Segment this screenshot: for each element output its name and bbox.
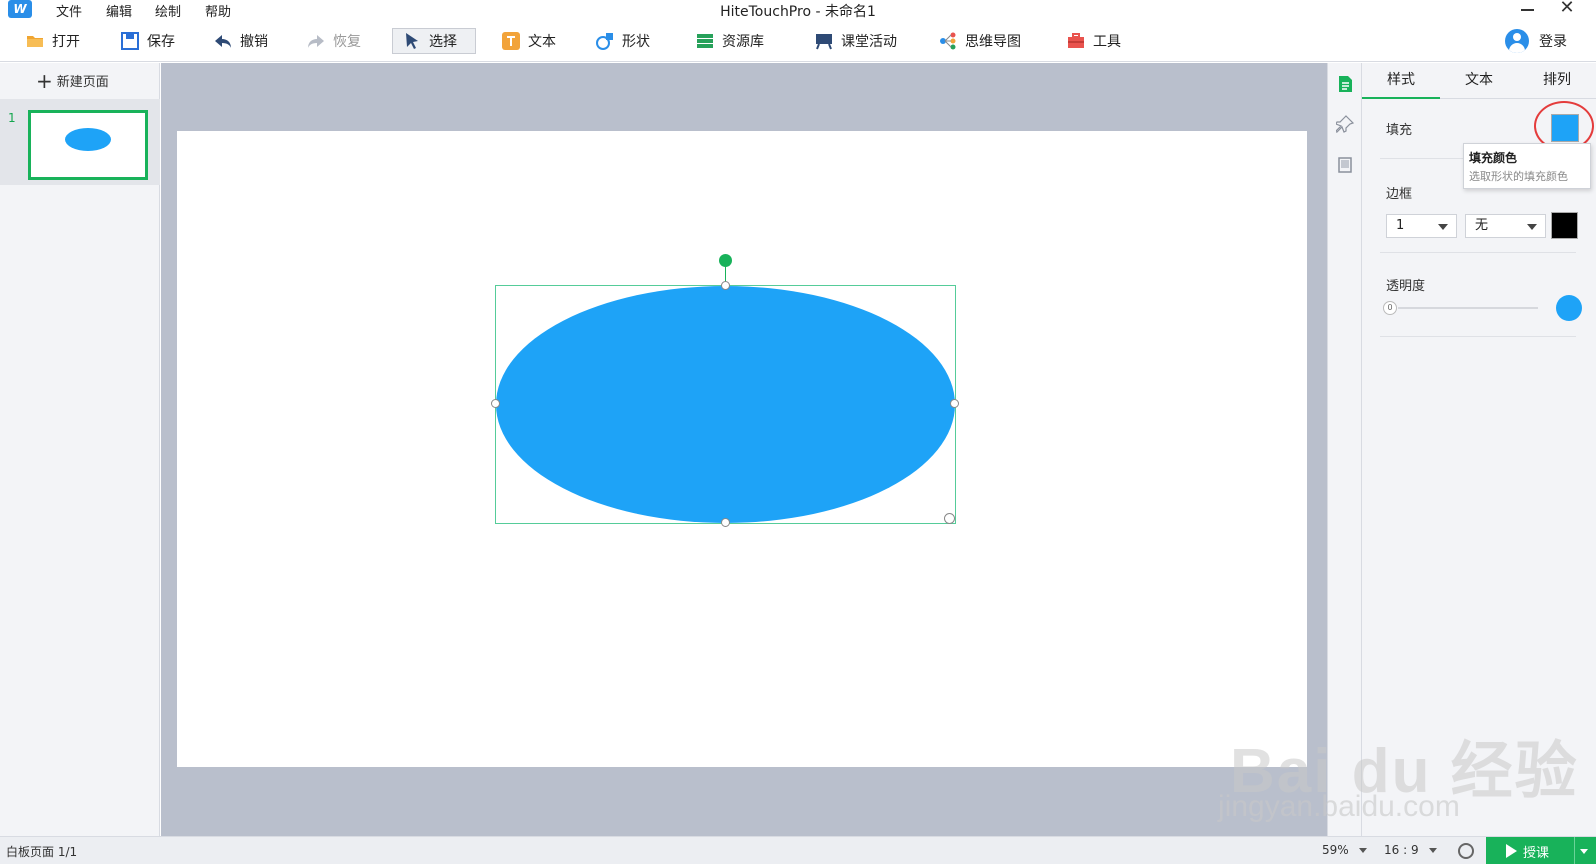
close-button[interactable]: ✕ <box>1556 0 1578 18</box>
play-icon <box>1506 844 1517 858</box>
tab-arrange[interactable]: 排列 <box>1518 63 1596 99</box>
undo-label: 撤销 <box>240 34 268 50</box>
border-color-swatch[interactable] <box>1551 212 1578 239</box>
zoom-value: 59% <box>1322 843 1349 857</box>
canvas-area[interactable] <box>161 63 1327 836</box>
notebook-icon[interactable] <box>1336 156 1354 174</box>
undo-button[interactable]: 撤销 <box>210 28 272 54</box>
cursor-icon <box>406 33 418 49</box>
status-bar: 白板页面 1/1 59% 16 : 9 授课 <box>0 836 1596 864</box>
property-icon-strip <box>1327 63 1362 836</box>
opacity-slider-track[interactable] <box>1398 307 1538 309</box>
teach-split-divider <box>1574 837 1575 864</box>
chevron-down-icon[interactable] <box>1580 849 1588 854</box>
thumbnail-ellipse <box>65 128 111 151</box>
properties-panel: 样式 文本 排列 填充 填充颜色 选取形状的填充颜色 边框 1 无 透明度 0 <box>1362 63 1596 836</box>
toolbox-icon <box>1068 33 1084 48</box>
resize-handle-bottom[interactable] <box>721 518 730 527</box>
save-icon <box>121 32 139 50</box>
chevron-down-icon <box>1428 848 1437 853</box>
border-width-select[interactable]: 1 <box>1386 214 1457 238</box>
resize-handle-corner[interactable] <box>944 513 955 524</box>
classroom-activity-label: 课堂活动 <box>841 34 897 50</box>
opacity-slider-thumb[interactable]: 0 <box>1383 301 1397 315</box>
window-title: HiteTouchPro - 未命名1 <box>720 4 876 20</box>
style-document-icon[interactable] <box>1336 75 1354 93</box>
text-label: 文本 <box>528 34 556 50</box>
undo-icon <box>215 35 231 48</box>
chevron-down-icon <box>1527 224 1537 230</box>
teach-label: 授课 <box>1523 845 1550 861</box>
shape-button[interactable]: 形状 <box>592 28 654 54</box>
aspect-select[interactable]: 16 : 9 <box>1384 843 1437 857</box>
minimize-button[interactable] <box>1518 0 1538 18</box>
border-style-select[interactable]: 无 <box>1465 214 1546 238</box>
tooltip-description: 选取形状的填充颜色 <box>1469 170 1568 183</box>
opacity-color-preview <box>1556 295 1582 321</box>
resources-button[interactable]: 资源库 <box>692 28 768 54</box>
plus-icon: + <box>36 68 53 93</box>
mind-map-label: 思维导图 <box>965 34 1021 50</box>
save-label: 保存 <box>147 34 175 50</box>
border-label: 边框 <box>1386 187 1413 202</box>
select-label: 选择 <box>429 34 457 50</box>
user-avatar-icon <box>1505 29 1529 53</box>
shape-label: 形状 <box>622 34 650 50</box>
properties-tabs: 样式 文本 排列 <box>1362 63 1596 99</box>
whiteboard-page[interactable] <box>177 131 1307 767</box>
text-button[interactable]: 文本 <box>498 28 560 54</box>
pages-panel: + 新建页面 1 <box>0 63 160 836</box>
fill-label: 填充 <box>1386 123 1413 138</box>
redo-button[interactable]: 恢复 <box>303 28 365 54</box>
resize-handle-right[interactable] <box>950 399 959 408</box>
chevron-down-icon <box>1358 848 1367 853</box>
divider <box>1380 252 1576 253</box>
divider <box>1380 336 1576 337</box>
library-icon <box>697 34 713 48</box>
select-button[interactable]: 选择 <box>392 28 476 54</box>
tab-text[interactable]: 文本 <box>1440 63 1518 99</box>
text-icon <box>502 32 520 50</box>
rotate-handle[interactable] <box>719 254 732 267</box>
selection-box[interactable] <box>491 254 959 527</box>
tools-label: 工具 <box>1093 34 1121 50</box>
title-bar: W 文件 编辑 绘制 帮助 HiteTouchPro - 未命名1 ✕ <box>0 0 1596 20</box>
ellipse-shape[interactable] <box>496 286 955 523</box>
page-number: 1 <box>8 111 16 125</box>
resize-handle-left[interactable] <box>491 399 500 408</box>
tools-button[interactable]: 工具 <box>1063 28 1125 54</box>
chevron-down-icon <box>1438 224 1448 230</box>
board-icon <box>816 34 832 50</box>
border-style-value: 无 <box>1475 218 1489 233</box>
redo-label: 恢复 <box>333 34 361 50</box>
new-page-button[interactable]: + 新建页面 <box>36 68 109 93</box>
pin-icon[interactable] <box>1336 115 1354 133</box>
zoom-select[interactable]: 59% <box>1322 843 1367 857</box>
page-status: 白板页面 1/1 <box>6 845 78 859</box>
toolbar: 打开 保存 撤销 恢复 选择 文本 形状 资源库 课堂活动 思维导图 工具 <box>0 20 1596 62</box>
mind-map-button[interactable]: 思维导图 <box>935 28 1025 54</box>
redo-icon <box>308 35 324 48</box>
folder-icon <box>27 36 43 47</box>
tooltip-title: 填充颜色 <box>1469 151 1518 165</box>
page-thumbnail[interactable] <box>28 110 148 180</box>
resize-handle-top[interactable] <box>721 281 730 290</box>
mind-map-icon <box>940 32 956 50</box>
aspect-value: 16 : 9 <box>1384 843 1419 857</box>
classroom-activity-button[interactable]: 课堂活动 <box>811 28 901 54</box>
opacity-label: 透明度 <box>1386 279 1426 294</box>
tab-style[interactable]: 样式 <box>1362 63 1440 99</box>
save-button[interactable]: 保存 <box>117 28 179 54</box>
border-width-value: 1 <box>1396 218 1405 233</box>
shape-icon <box>596 33 613 50</box>
open-label: 打开 <box>52 34 80 50</box>
open-button[interactable]: 打开 <box>22 28 84 54</box>
fill-color-tooltip: 填充颜色 选取形状的填充颜色 <box>1463 143 1591 189</box>
resources-label: 资源库 <box>722 34 764 50</box>
new-page-label: 新建页面 <box>56 75 109 90</box>
login-label: 登录 <box>1539 34 1567 50</box>
hand-icon[interactable] <box>1458 843 1474 859</box>
login-button[interactable]: 登录 <box>1505 29 1567 53</box>
